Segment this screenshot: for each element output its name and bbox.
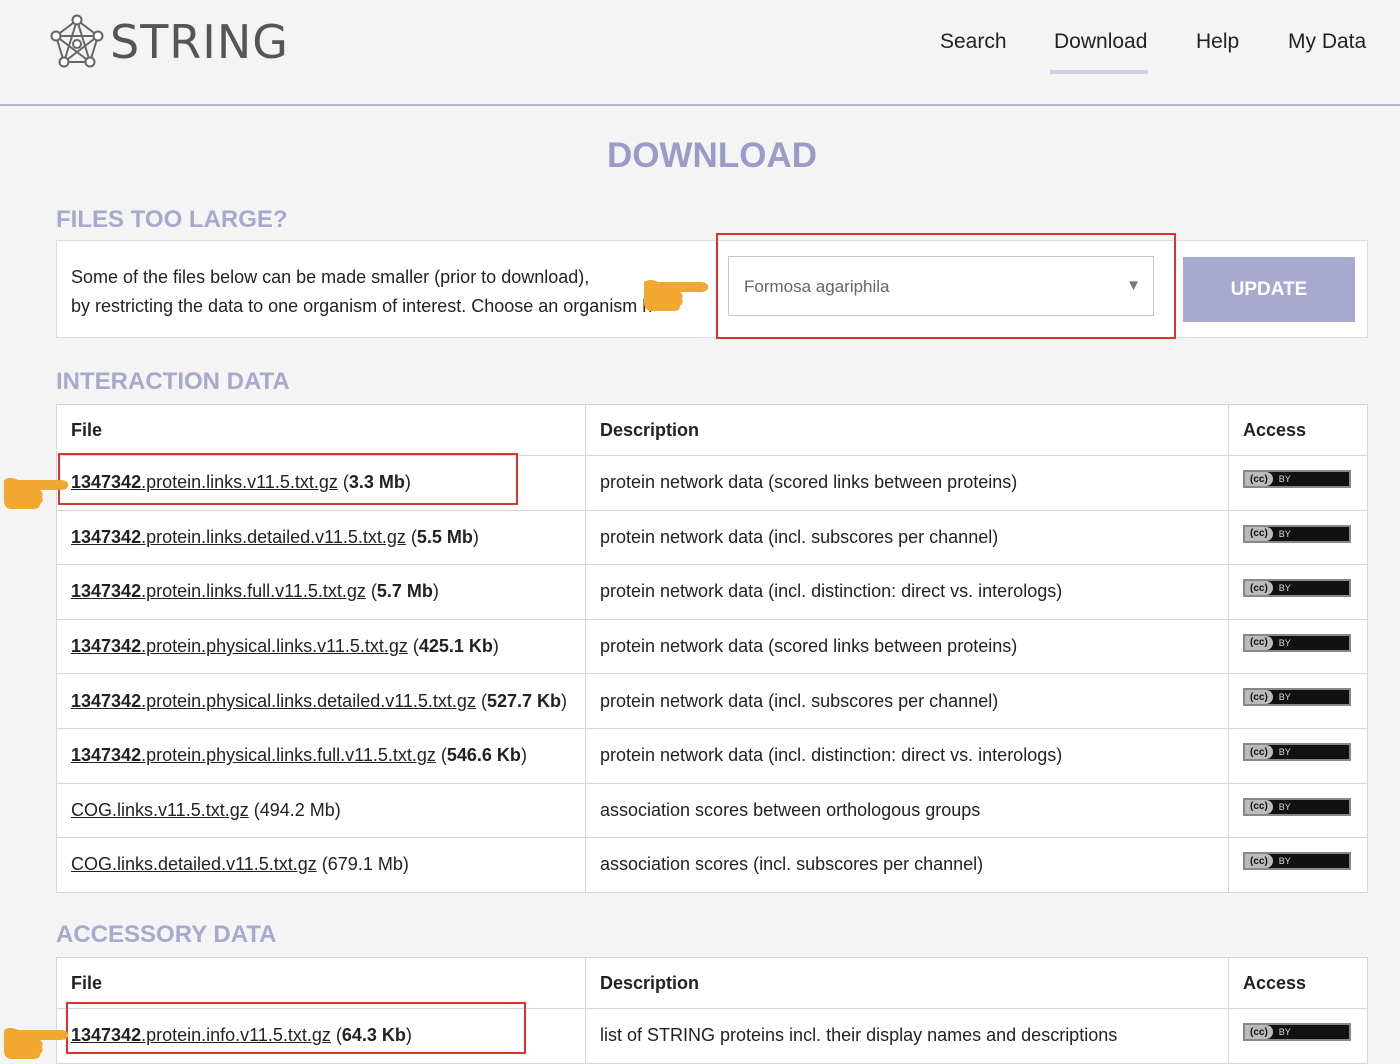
nav-search[interactable]: Search xyxy=(940,30,1007,54)
file-description: list of STRING proteins incl. their disp… xyxy=(585,1008,1229,1064)
file-description: protein network data (incl. distinction:… xyxy=(585,564,1229,620)
file-description: protein network data (scored links betwe… xyxy=(585,455,1229,511)
files-too-large-heading: FILES TOO LARGE? xyxy=(56,206,288,233)
col-header-file: File xyxy=(56,957,586,1009)
col-header-access: Access xyxy=(1228,957,1368,1009)
interaction-data-heading: INTERACTION DATA xyxy=(56,368,290,395)
file-description: association scores between orthologous g… xyxy=(585,782,1229,839)
cc-by-license-icon[interactable]: (cc) BY xyxy=(1243,524,1351,543)
file-description: protein network data (incl. subscores pe… xyxy=(585,509,1229,566)
file-link[interactable]: 1347342.protein.physical.links.detailed.… xyxy=(71,691,476,711)
active-nav-indicator xyxy=(1050,70,1148,74)
pointing-hand-icon xyxy=(4,1028,69,1059)
cc-by-license-icon[interactable]: (cc) BY xyxy=(1243,579,1351,598)
file-link[interactable]: COG.links.v11.5.txt.gz xyxy=(71,800,249,820)
file-size: 679.1 Mb xyxy=(327,854,403,875)
file-size: 5.7 Mb xyxy=(376,581,433,602)
cc-by-license-icon[interactable]: (cc) BY xyxy=(1243,633,1351,652)
cc-by-license-icon[interactable]: (cc) BY xyxy=(1243,688,1351,707)
file-link[interactable]: 1347342.protein.physical.links.full.v11.… xyxy=(71,745,436,765)
table-row: 1347342.protein.physical.links.full.v11.… xyxy=(56,727,1368,784)
filter-explanation: Some of the files below can be made smal… xyxy=(71,267,651,316)
highlight-box-links-file xyxy=(58,453,518,505)
cc-by-license-icon[interactable]: (cc) BY xyxy=(1243,743,1351,762)
file-link[interactable]: 1347342.protein.links.detailed.v11.5.txt… xyxy=(71,527,406,547)
table-row: COG.links.v11.5.txt.gz (494.2 Mb) associ… xyxy=(56,782,1368,839)
table-row: 1347342.protein.links.full.v11.5.txt.gz … xyxy=(56,564,1368,620)
file-link[interactable]: COG.links.detailed.v11.5.txt.gz xyxy=(71,854,317,874)
top-navigation-bar: STRING Search Download Help My Data xyxy=(0,0,1400,106)
file-description: protein network data (scored links betwe… xyxy=(585,618,1229,675)
file-link[interactable]: 1347342.protein.links.full.v11.5.txt.gz xyxy=(71,581,366,601)
pointing-hand-icon xyxy=(4,478,69,509)
col-header-file: File xyxy=(56,404,586,456)
table-row: COG.links.detailed.v11.5.txt.gz (679.1 M… xyxy=(56,837,1368,893)
accessory-data-heading: ACCESSORY DATA xyxy=(56,921,277,948)
table-header-row: File Description Access xyxy=(56,957,1368,1009)
file-description: protein network data (incl. distinction:… xyxy=(585,727,1229,784)
page-title: DOWNLOAD xyxy=(607,136,817,175)
string-logo[interactable]: STRING xyxy=(50,14,289,70)
update-button[interactable]: UPDATE xyxy=(1183,257,1355,322)
nav-help[interactable]: Help xyxy=(1196,30,1239,54)
file-size: 546.6 Kb xyxy=(446,745,521,766)
network-logo-icon xyxy=(50,14,104,68)
col-header-description: Description xyxy=(585,957,1229,1009)
logo-text: STRING xyxy=(110,15,289,69)
file-size: 494.2 Mb xyxy=(259,799,335,820)
col-header-access: Access xyxy=(1228,404,1368,456)
cc-by-license-icon[interactable]: (cc) BY xyxy=(1243,852,1351,871)
cc-by-license-icon[interactable]: (cc) BY xyxy=(1243,797,1351,816)
cc-by-license-icon[interactable]: (cc) BY xyxy=(1243,470,1351,489)
file-size: 5.5 Mb xyxy=(416,526,473,547)
col-header-description: Description xyxy=(585,404,1229,456)
file-size: 425.1 Kb xyxy=(418,636,493,657)
file-description: association scores (incl. subscores per … xyxy=(585,837,1229,893)
table-row: 1347342.protein.links.detailed.v11.5.txt… xyxy=(56,509,1368,566)
table-row: 1347342.protein.physical.links.v11.5.txt… xyxy=(56,618,1368,675)
highlight-box-info-file xyxy=(66,1002,526,1054)
nav-my-data[interactable]: My Data xyxy=(1288,30,1366,54)
highlight-box-select xyxy=(716,233,1176,339)
table-header-row: File Description Access xyxy=(56,404,1368,456)
pointing-hand-icon xyxy=(644,280,709,311)
file-link[interactable]: 1347342.protein.physical.links.v11.5.txt… xyxy=(71,636,408,656)
cc-by-license-icon[interactable]: (cc) BY xyxy=(1243,1023,1351,1042)
table-row: 1347342.protein.physical.links.detailed.… xyxy=(56,673,1368,729)
file-description: protein network data (incl. subscores pe… xyxy=(585,673,1229,729)
file-size: 527.7 Kb xyxy=(486,690,561,711)
nav-download[interactable]: Download xyxy=(1054,30,1147,54)
